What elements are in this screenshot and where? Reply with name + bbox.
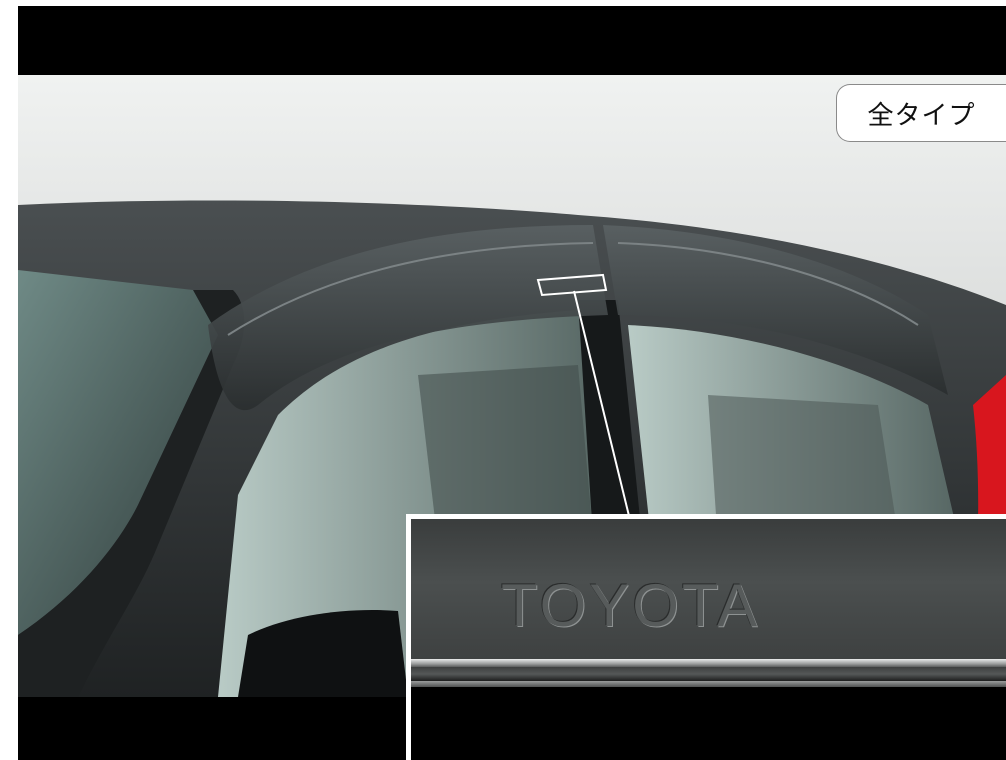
toyota-emblem-text: TOYOTA bbox=[501, 572, 761, 639]
all-types-badge: 全タイプ bbox=[836, 84, 1006, 142]
visor-edge bbox=[411, 667, 1006, 681]
chrome-strip-lower bbox=[411, 681, 1006, 687]
chrome-strip bbox=[411, 659, 1006, 667]
emblem-closeup-inset: TOYOTA bbox=[406, 514, 1006, 760]
